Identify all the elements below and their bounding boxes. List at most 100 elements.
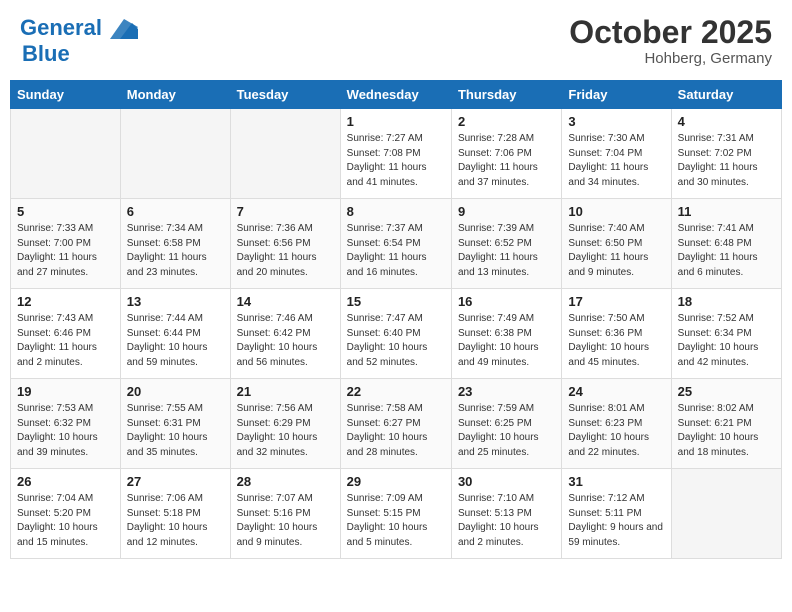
calendar-day-1: 1 Sunrise: 7:27 AM Sunset: 7:08 PM Daylig… — [340, 109, 451, 199]
day-info: Sunrise: 7:06 AM Sunset: 5:18 PM Dayligh… — [127, 492, 224, 550]
calendar-day-23: 23 Sunrise: 7:59 AM Sunset: 6:25 PM Dayli… — [451, 379, 561, 469]
day-info: Sunrise: 7:53 AM Sunset: 6:32 PM Dayligh… — [17, 402, 114, 460]
calendar-day-16: 16 Sunrise: 7:49 AM Sunset: 6:38 PM Dayli… — [451, 289, 561, 379]
calendar-empty-cell — [120, 109, 230, 199]
day-info: Sunrise: 7:28 AM Sunset: 7:06 PM Dayligh… — [458, 132, 555, 190]
location: Hohberg, Germany — [569, 50, 772, 67]
day-number: 15 — [347, 294, 445, 309]
day-number: 9 — [458, 204, 555, 219]
day-info: Sunrise: 7:43 AM Sunset: 6:46 PM Dayligh… — [17, 312, 114, 370]
calendar-week-row: 1 Sunrise: 7:27 AM Sunset: 7:08 PM Daylig… — [11, 109, 782, 199]
calendar-day-13: 13Sunrise: 7:44 AM Sunset: 6:44 PM Dayli… — [120, 289, 230, 379]
day-number: 16 — [458, 294, 555, 309]
day-number: 1 — [347, 114, 445, 129]
month-title: October 2025 — [569, 15, 772, 50]
day-number: 7 — [237, 204, 334, 219]
calendar-week-row: 5Sunrise: 7:33 AM Sunset: 7:00 PM Daylig… — [11, 199, 782, 289]
day-info: Sunrise: 7:30 AM Sunset: 7:04 PM Dayligh… — [568, 132, 664, 190]
calendar-day-31: 31Sunrise: 7:12 AM Sunset: 5:11 PM Dayli… — [562, 469, 671, 559]
day-number: 2 — [458, 114, 555, 129]
day-number: 3 — [568, 114, 664, 129]
calendar-day-18: 18 Sunrise: 7:52 AM Sunset: 6:34 PM Dayli… — [671, 289, 781, 379]
weekday-header-friday: Friday — [562, 81, 671, 109]
day-number: 17 — [568, 294, 664, 309]
calendar-day-12: 12Sunrise: 7:43 AM Sunset: 6:46 PM Dayli… — [11, 289, 121, 379]
calendar-day-14: 14Sunrise: 7:46 AM Sunset: 6:42 PM Dayli… — [230, 289, 340, 379]
calendar-day-30: 30Sunrise: 7:10 AM Sunset: 5:13 PM Dayli… — [451, 469, 561, 559]
logo: General Blue — [20, 15, 138, 67]
logo-blue-text: Blue — [22, 41, 70, 66]
title-block: October 2025 Hohberg, Germany — [569, 15, 772, 67]
day-number: 23 — [458, 384, 555, 399]
day-number: 20 — [127, 384, 224, 399]
calendar-day-11: 11 Sunrise: 7:41 AM Sunset: 6:48 PM Dayli… — [671, 199, 781, 289]
page-header: General Blue October 2025 Hohberg, Germa… — [10, 10, 782, 72]
calendar-day-17: 17 Sunrise: 7:50 AM Sunset: 6:36 PM Dayli… — [562, 289, 671, 379]
weekday-header-sunday: Sunday — [11, 81, 121, 109]
day-info: Sunrise: 8:01 AM Sunset: 6:23 PM Dayligh… — [568, 402, 664, 460]
day-info: Sunrise: 7:52 AM Sunset: 6:34 PM Dayligh… — [678, 312, 775, 370]
day-info: Sunrise: 7:41 AM Sunset: 6:48 PM Dayligh… — [678, 222, 775, 280]
calendar-day-4: 4 Sunrise: 7:31 AM Sunset: 7:02 PM Daylig… — [671, 109, 781, 199]
day-number: 21 — [237, 384, 334, 399]
calendar-day-28: 28Sunrise: 7:07 AM Sunset: 5:16 PM Dayli… — [230, 469, 340, 559]
day-number: 5 — [17, 204, 114, 219]
day-number: 31 — [568, 474, 664, 489]
logo-icon — [110, 19, 138, 39]
day-info: Sunrise: 8:02 AM Sunset: 6:21 PM Dayligh… — [678, 402, 775, 460]
day-number: 27 — [127, 474, 224, 489]
day-number: 28 — [237, 474, 334, 489]
day-number: 19 — [17, 384, 114, 399]
calendar-day-25: 25Sunrise: 8:02 AM Sunset: 6:21 PM Dayli… — [671, 379, 781, 469]
day-info: Sunrise: 7:31 AM Sunset: 7:02 PM Dayligh… — [678, 132, 775, 190]
calendar-day-15: 15 Sunrise: 7:47 AM Sunset: 6:40 PM Dayli… — [340, 289, 451, 379]
calendar-empty-cell — [11, 109, 121, 199]
day-info: Sunrise: 7:55 AM Sunset: 6:31 PM Dayligh… — [127, 402, 224, 460]
calendar-day-29: 29 Sunrise: 7:09 AM Sunset: 5:15 PM Dayli… — [340, 469, 451, 559]
calendar-day-5: 5Sunrise: 7:33 AM Sunset: 7:00 PM Daylig… — [11, 199, 121, 289]
calendar-day-7: 7 Sunrise: 7:36 AM Sunset: 6:56 PM Daylig… — [230, 199, 340, 289]
calendar-day-20: 20 Sunrise: 7:55 AM Sunset: 6:31 PM Dayli… — [120, 379, 230, 469]
day-info: Sunrise: 7:58 AM Sunset: 6:27 PM Dayligh… — [347, 402, 445, 460]
day-number: 4 — [678, 114, 775, 129]
day-number: 18 — [678, 294, 775, 309]
day-number: 30 — [458, 474, 555, 489]
day-info: Sunrise: 7:34 AM Sunset: 6:58 PM Dayligh… — [127, 222, 224, 280]
calendar-day-24: 24Sunrise: 8:01 AM Sunset: 6:23 PM Dayli… — [562, 379, 671, 469]
day-info: Sunrise: 7:04 AM Sunset: 5:20 PM Dayligh… — [17, 492, 114, 550]
day-number: 10 — [568, 204, 664, 219]
day-number: 29 — [347, 474, 445, 489]
weekday-header-saturday: Saturday — [671, 81, 781, 109]
day-info: Sunrise: 7:50 AM Sunset: 6:36 PM Dayligh… — [568, 312, 664, 370]
calendar-day-21: 21Sunrise: 7:56 AM Sunset: 6:29 PM Dayli… — [230, 379, 340, 469]
calendar-day-27: 27 Sunrise: 7:06 AM Sunset: 5:18 PM Dayli… — [120, 469, 230, 559]
day-info: Sunrise: 7:27 AM Sunset: 7:08 PM Dayligh… — [347, 132, 445, 190]
calendar-week-row: 26Sunrise: 7:04 AM Sunset: 5:20 PM Dayli… — [11, 469, 782, 559]
day-number: 6 — [127, 204, 224, 219]
calendar-empty-cell — [230, 109, 340, 199]
day-info: Sunrise: 7:49 AM Sunset: 6:38 PM Dayligh… — [458, 312, 555, 370]
day-number: 22 — [347, 384, 445, 399]
calendar-day-26: 26Sunrise: 7:04 AM Sunset: 5:20 PM Dayli… — [11, 469, 121, 559]
day-number: 11 — [678, 204, 775, 219]
weekday-header-tuesday: Tuesday — [230, 81, 340, 109]
calendar-day-6: 6 Sunrise: 7:34 AM Sunset: 6:58 PM Daylig… — [120, 199, 230, 289]
day-info: Sunrise: 7:39 AM Sunset: 6:52 PM Dayligh… — [458, 222, 555, 280]
calendar-week-row: 19 Sunrise: 7:53 AM Sunset: 6:32 PM Dayli… — [11, 379, 782, 469]
weekday-header-row: SundayMondayTuesdayWednesdayThursdayFrid… — [11, 81, 782, 109]
day-info: Sunrise: 7:36 AM Sunset: 6:56 PM Dayligh… — [237, 222, 334, 280]
calendar-day-22: 22 Sunrise: 7:58 AM Sunset: 6:27 PM Dayli… — [340, 379, 451, 469]
day-number: 14 — [237, 294, 334, 309]
day-info: Sunrise: 7:47 AM Sunset: 6:40 PM Dayligh… — [347, 312, 445, 370]
calendar-empty-cell — [671, 469, 781, 559]
calendar-day-9: 9 Sunrise: 7:39 AM Sunset: 6:52 PM Daylig… — [451, 199, 561, 289]
weekday-header-thursday: Thursday — [451, 81, 561, 109]
day-info: Sunrise: 7:37 AM Sunset: 6:54 PM Dayligh… — [347, 222, 445, 280]
logo-text: General — [20, 15, 138, 41]
weekday-header-wednesday: Wednesday — [340, 81, 451, 109]
day-info: Sunrise: 7:59 AM Sunset: 6:25 PM Dayligh… — [458, 402, 555, 460]
day-number: 8 — [347, 204, 445, 219]
calendar-table: SundayMondayTuesdayWednesdayThursdayFrid… — [10, 80, 782, 559]
day-info: Sunrise: 7:09 AM Sunset: 5:15 PM Dayligh… — [347, 492, 445, 550]
calendar-day-19: 19 Sunrise: 7:53 AM Sunset: 6:32 PM Dayli… — [11, 379, 121, 469]
